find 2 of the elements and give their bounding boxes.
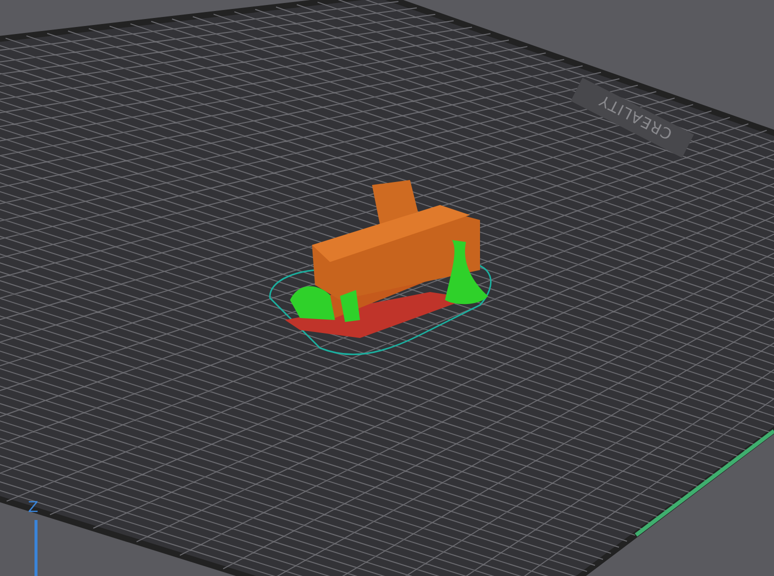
z-axis-label: Z: [28, 498, 38, 516]
z-axis-line: [34, 520, 38, 576]
